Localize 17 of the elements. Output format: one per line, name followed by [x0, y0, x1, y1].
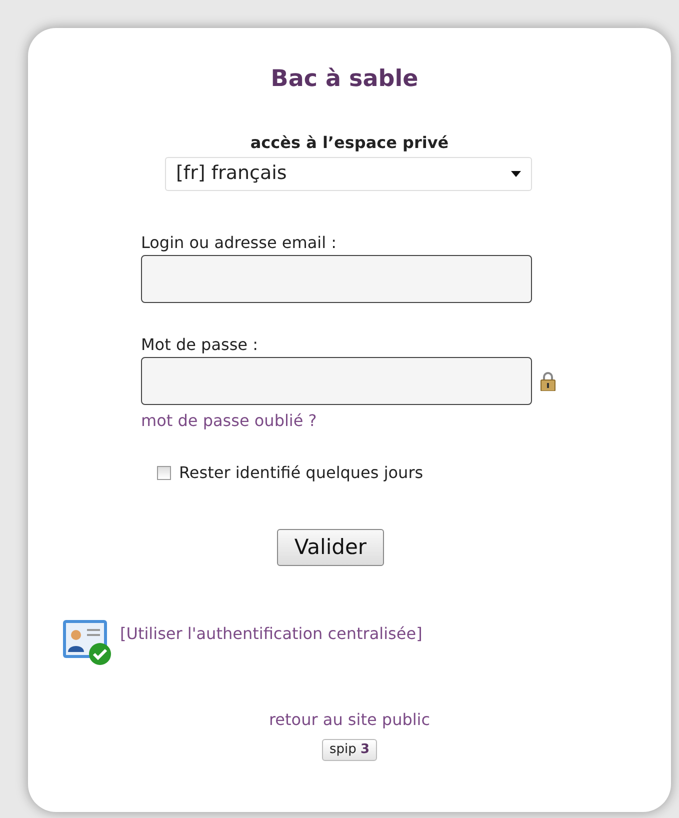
- remember-checkbox[interactable]: [157, 466, 171, 480]
- language-select[interactable]: [fr] français: [165, 156, 532, 190]
- submit-button[interactable]: Valider: [277, 528, 384, 566]
- remember-label: Rester identifié quelques jours: [179, 462, 424, 484]
- caret-icon: [511, 170, 521, 176]
- password-field[interactable]: [141, 356, 532, 404]
- padlock-icon: [540, 370, 556, 390]
- field-label: Mot de passe :: [141, 334, 259, 356]
- version-badge: spip 3: [322, 739, 377, 760]
- site-title: Bac à sable: [270, 65, 420, 94]
- login-field[interactable]: [141, 254, 532, 302]
- public-site-link[interactable]: retour au site public: [268, 710, 430, 729]
- forgot-password-link[interactable]: mot de passe oublié ?: [141, 408, 317, 432]
- login-heading: accès à l’espace privé: [249, 132, 450, 154]
- field-label: Login ou adresse email :: [141, 232, 338, 254]
- id-card-check-icon: [62, 618, 112, 666]
- sso-link[interactable]: [Utiliser l'authentification centralisée]: [120, 622, 422, 646]
